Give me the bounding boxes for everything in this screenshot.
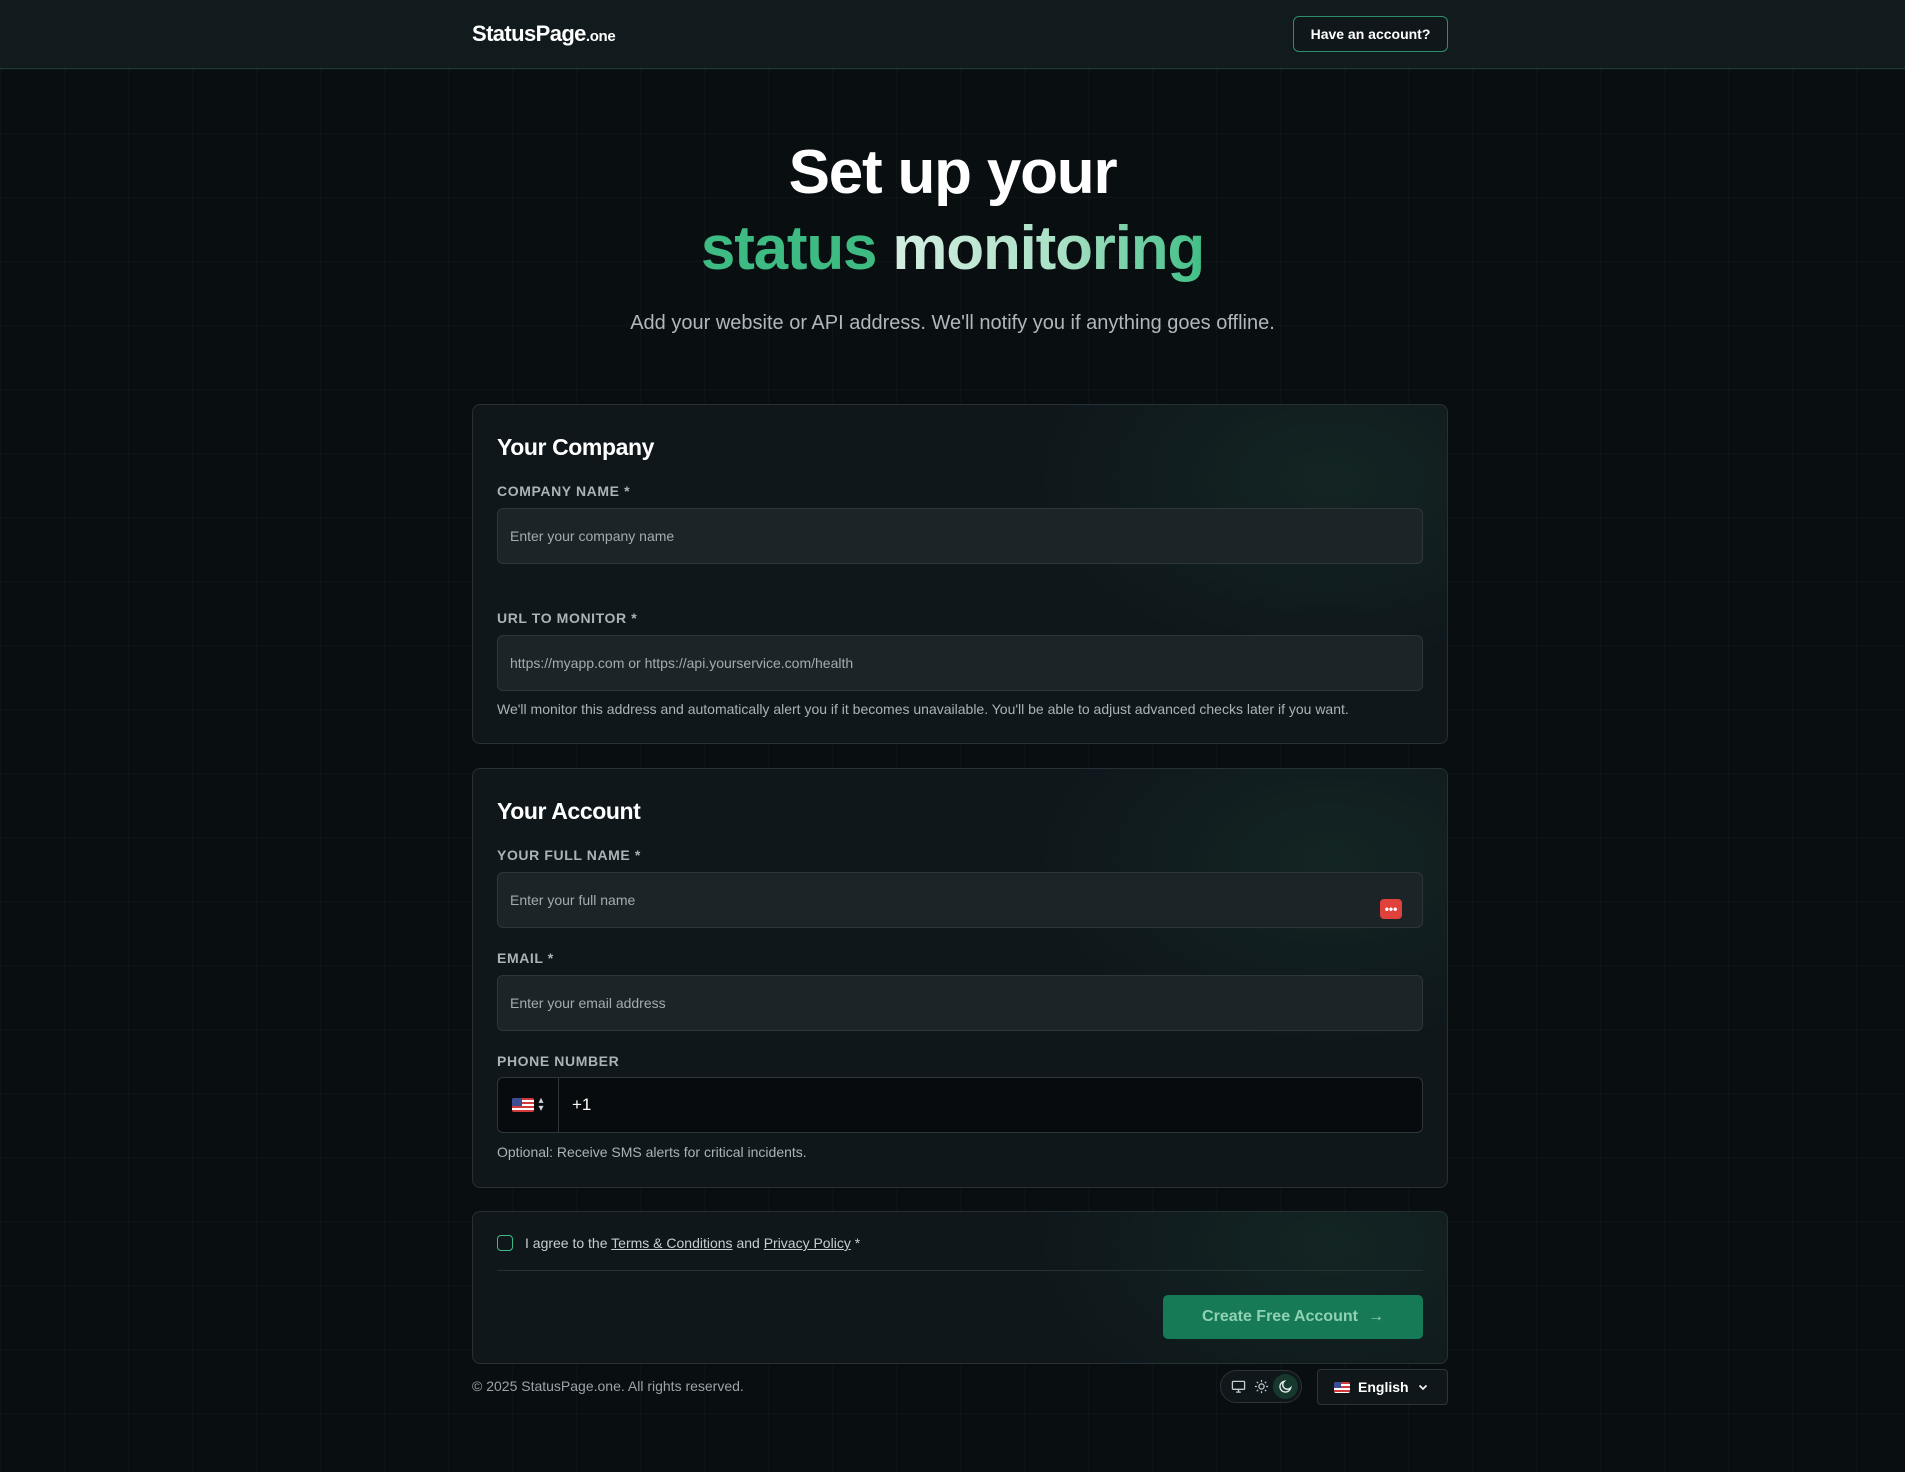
url-input[interactable]: [497, 635, 1423, 691]
create-account-button[interactable]: Create Free Account →: [1163, 1295, 1423, 1339]
monitor-icon[interactable]: [1226, 1374, 1251, 1399]
create-account-label: Create Free Account: [1202, 1308, 1358, 1325]
url-hint: We'll monitor this address and automatic…: [497, 701, 1349, 717]
account-card-title: Your Account: [497, 798, 641, 824]
logo-main: StatusPage: [472, 21, 586, 46]
logo[interactable]: StatusPage.one: [472, 21, 616, 47]
theme-switcher: [1220, 1370, 1302, 1403]
company-name-label: COMPANY NAME *: [497, 483, 631, 499]
us-flag-icon: [1334, 1381, 1350, 1393]
company-name-input[interactable]: [497, 508, 1423, 564]
top-navbar: StatusPage.one Have an account?: [0, 0, 1905, 69]
hero-subtitle: Add your website or API address. We'll n…: [630, 312, 1275, 334]
submit-card: I agree to the Terms & Conditions and Pr…: [472, 1211, 1448, 1364]
hero-title-word-status: status: [700, 214, 878, 283]
language-label: English: [1358, 1379, 1409, 1395]
agree-prefix: I agree to the: [525, 1235, 608, 1251]
logo-tld: .one: [585, 28, 616, 45]
phone-input[interactable]: [560, 1078, 1420, 1132]
company-card-title: Your Company: [497, 434, 655, 460]
moon-icon[interactable]: [1273, 1374, 1298, 1399]
us-flag-icon: [512, 1098, 535, 1112]
account-card: Your Account YOUR FULL NAME * ••• EMAIL …: [472, 768, 1448, 1188]
divider: [497, 1270, 1423, 1271]
sun-icon[interactable]: [1249, 1374, 1274, 1399]
company-card: Your Company COMPANY NAME * URL TO MONIT…: [472, 404, 1448, 744]
arrow-right-icon: →: [1367, 1308, 1384, 1325]
email-label: EMAIL *: [497, 950, 554, 966]
hero-title-line1: Set up your: [788, 138, 1118, 207]
phone-label: PHONE NUMBER: [497, 1053, 620, 1069]
hero-title-line2: status monitoring: [0, 218, 1905, 280]
country-code-select[interactable]: ▴ ▾: [498, 1078, 559, 1132]
url-label: URL TO MONITOR *: [497, 610, 638, 626]
email-input[interactable]: [497, 975, 1423, 1031]
phone-hint: Optional: Receive SMS alerts for critica…: [497, 1144, 807, 1160]
footer-copyright: © 2025 StatusPage.one. All rights reserv…: [472, 1378, 744, 1394]
phone-field: ▴ ▾: [497, 1077, 1423, 1133]
hero-title-word-monitoring: monitoring: [892, 214, 1205, 283]
language-select[interactable]: English: [1317, 1369, 1448, 1405]
terms-link[interactable]: Terms & Conditions: [611, 1235, 732, 1251]
privacy-link[interactable]: Privacy Policy: [764, 1235, 851, 1251]
terms-agreement-text: I agree to the Terms & Conditions and Pr…: [525, 1235, 860, 1251]
agree-and: and: [736, 1235, 760, 1251]
full-name-label: YOUR FULL NAME *: [497, 847, 641, 863]
full-name-input[interactable]: [497, 872, 1423, 928]
terms-checkbox[interactable]: [497, 1235, 513, 1251]
chevron-up-down-icon: ▴ ▾: [538, 1095, 544, 1114]
chevron-down-icon: [1418, 1384, 1427, 1391]
have-account-button[interactable]: Have an account?: [1293, 16, 1448, 52]
password-manager-icon[interactable]: •••: [1380, 899, 1402, 919]
required-marker: *: [854, 1235, 861, 1251]
